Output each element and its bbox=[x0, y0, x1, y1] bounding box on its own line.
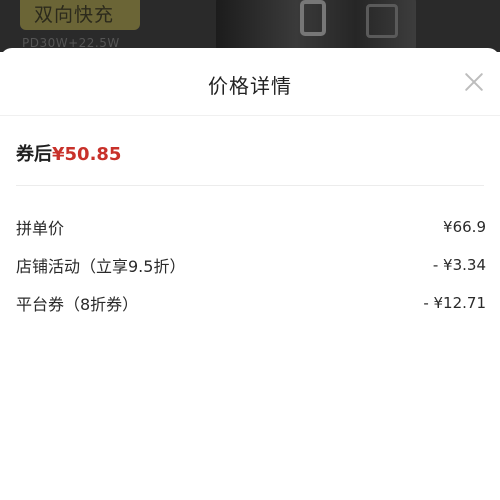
final-price-row: 券后¥50.85 bbox=[16, 140, 121, 166]
price-row-label: 平台券（8折券） bbox=[16, 295, 139, 314]
sheet-title: 价格详情 bbox=[208, 74, 292, 98]
price-row-group-price: 拼单价 ¥66.9 bbox=[16, 208, 486, 246]
final-price-amount: ¥50.85 bbox=[52, 144, 122, 165]
price-row-value: ¥66.9 bbox=[443, 218, 486, 236]
price-breakdown-list: 拼单价 ¥66.9 店铺活动（立享9.5折） - ¥3.34 平台券（8折券） … bbox=[16, 208, 486, 322]
display-digit-shape bbox=[300, 0, 326, 36]
final-price-label: 券后 bbox=[16, 144, 52, 165]
power-bank-image bbox=[216, 0, 416, 52]
divider bbox=[16, 185, 484, 186]
price-row-label: 店铺活动（立享9.5折） bbox=[16, 257, 186, 276]
close-icon[interactable] bbox=[462, 70, 486, 94]
price-row-value: - ¥12.71 bbox=[423, 294, 486, 312]
product-image-background: 双向快充 PD30W+22.5W bbox=[0, 0, 500, 52]
price-row-label: 拼单价 bbox=[16, 219, 65, 238]
price-row-store-discount: 店铺活动（立享9.5折） - ¥3.34 bbox=[16, 246, 486, 284]
price-detail-sheet: 价格详情 券后¥50.85 拼单价 ¥66.9 店铺活动（立享9.5折） - ¥… bbox=[0, 48, 500, 500]
port-shape bbox=[366, 4, 398, 38]
fast-charge-badge: 双向快充 bbox=[20, 0, 140, 30]
sheet-header: 价格详情 bbox=[0, 48, 500, 116]
price-row-value: - ¥3.34 bbox=[432, 256, 486, 274]
price-row-platform-coupon: 平台券（8折券） - ¥12.71 bbox=[16, 284, 486, 322]
